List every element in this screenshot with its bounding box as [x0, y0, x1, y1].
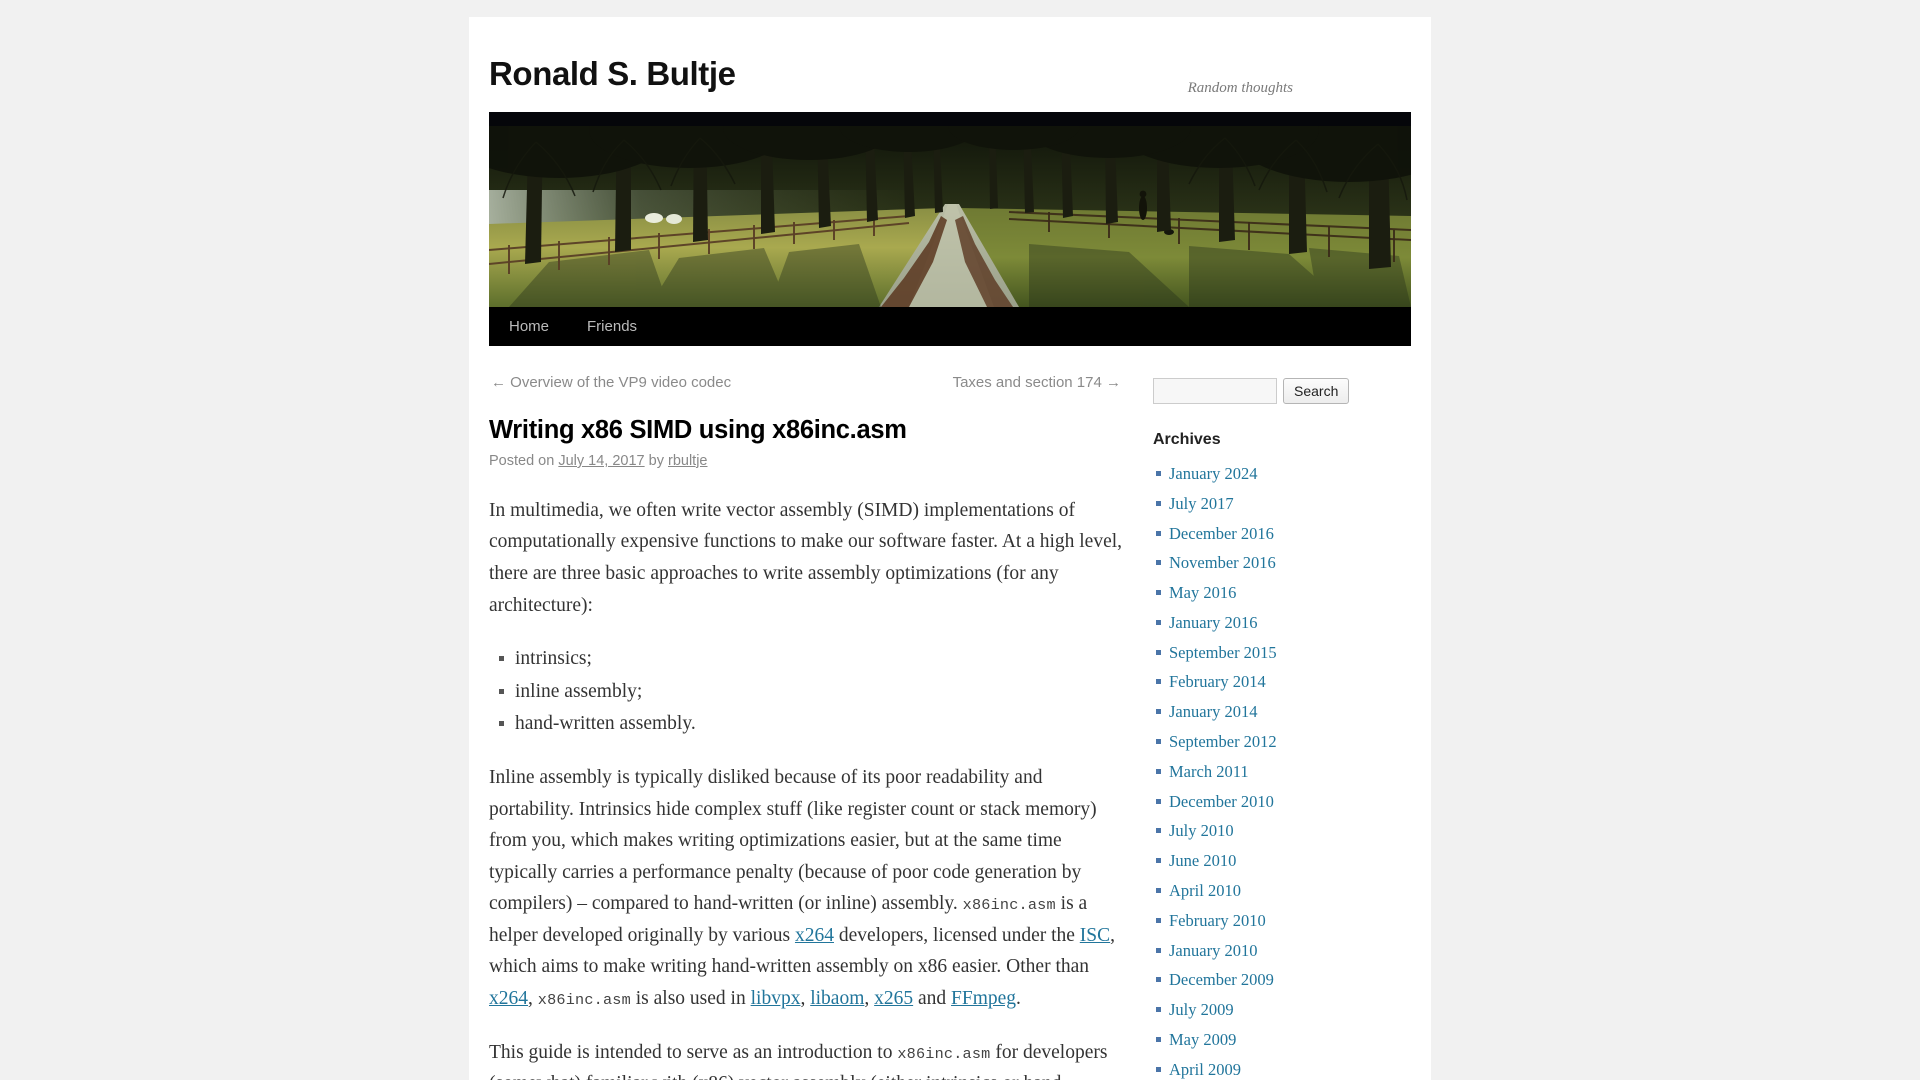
- inline-code-x86inc: x86inc.asm: [537, 990, 631, 1009]
- text-fragment: Inline assembly is typically disliked be…: [489, 766, 1097, 915]
- archive-item: January 2014: [1156, 697, 1399, 727]
- next-post-link[interactable]: Taxes and section 174 →: [953, 374, 1121, 391]
- post-date-link[interactable]: July 14, 2017: [558, 453, 644, 469]
- site-title[interactable]: Ronald S. Bultje: [489, 57, 736, 90]
- archive-item: July 2009: [1156, 995, 1399, 1025]
- text-fragment: developers, licensed under the: [833, 924, 1080, 946]
- archive-item: January 2016: [1156, 608, 1399, 638]
- inline-code-x86inc: x86inc.asm: [962, 896, 1056, 915]
- search-input[interactable]: [1153, 378, 1277, 404]
- archive-item: May 2016: [1156, 578, 1399, 608]
- site-container: Ronald S. Bultje Random thoughts Home Fr…: [469, 17, 1431, 1080]
- archive-link[interactable]: December 2009: [1169, 970, 1274, 989]
- archives-list: January 2024 July 2017 December 2016 Nov…: [1153, 459, 1399, 1080]
- tree-lane-photo: [489, 112, 1411, 307]
- search-button[interactable]: Search: [1283, 378, 1350, 404]
- post-content: In multimedia, we often write vector ass…: [489, 495, 1123, 1080]
- archive-item: July 2010: [1156, 816, 1399, 846]
- post-title: Writing x86 SIMD using x86inc.asm: [489, 416, 907, 444]
- archive-link[interactable]: February 2010: [1169, 911, 1266, 930]
- inline-code-x86inc: x86inc.asm: [897, 1044, 991, 1063]
- paragraph-inline-assembly: Inline assembly is typically disliked be…: [489, 762, 1123, 1015]
- archive-item: December 2010: [1156, 787, 1399, 817]
- archive-item: January 2024: [1156, 459, 1399, 489]
- archive-link[interactable]: March 2011: [1169, 762, 1249, 781]
- link-isc[interactable]: ISC: [1080, 925, 1110, 946]
- nav-item-home[interactable]: Home: [509, 307, 567, 346]
- archive-item: September 2012: [1156, 727, 1399, 757]
- archive-link[interactable]: December 2010: [1169, 792, 1274, 811]
- archive-item: November 2016: [1156, 548, 1399, 578]
- archive-link[interactable]: February 2014: [1169, 672, 1266, 691]
- text-fragment: and: [913, 987, 952, 1009]
- archive-item: April 2010: [1156, 876, 1399, 906]
- list-item: hand-written assembly.: [499, 708, 1123, 740]
- paragraph-intro: In multimedia, we often write vector ass…: [489, 499, 1123, 616]
- archive-link[interactable]: May 2009: [1169, 1030, 1236, 1049]
- link-x264-second[interactable]: x264: [489, 988, 528, 1009]
- list-item: inline assembly;: [499, 676, 1123, 708]
- archive-link[interactable]: January 2010: [1169, 941, 1257, 960]
- link-ffmpeg[interactable]: FFmpeg: [951, 988, 1016, 1009]
- page-root: Ronald S. Bultje Random thoughts Home Fr…: [0, 0, 1920, 1080]
- text-fragment: ,: [800, 987, 811, 1009]
- site-tagline: Random thoughts: [1187, 80, 1293, 96]
- sidebar: Search Archives January 2024 July 2017 D…: [1153, 374, 1399, 1080]
- archive-item: December 2016: [1156, 519, 1399, 549]
- archive-link[interactable]: July 2017: [1169, 494, 1234, 513]
- by-label: by: [648, 452, 664, 469]
- archive-link[interactable]: July 2010: [1169, 821, 1234, 840]
- text-fragment: is also used in: [630, 987, 751, 1009]
- previous-post-link[interactable]: ← Overview of the VP9 video codec: [491, 374, 731, 391]
- archive-link[interactable]: April 2010: [1169, 881, 1241, 900]
- archive-item: July 2017: [1156, 489, 1399, 519]
- archive-link[interactable]: April 2009: [1169, 1060, 1241, 1079]
- post-author-link[interactable]: rbultje: [668, 453, 708, 469]
- archives-widget-title: Archives: [1153, 431, 1221, 448]
- archive-link[interactable]: July 2009: [1169, 1000, 1234, 1019]
- archive-item: January 2010: [1156, 936, 1399, 966]
- archive-link[interactable]: January 2016: [1169, 613, 1257, 632]
- archive-link[interactable]: January 2014: [1169, 702, 1257, 721]
- link-libvpx[interactable]: libvpx: [751, 988, 801, 1009]
- link-x264[interactable]: x264: [795, 925, 834, 946]
- archive-link[interactable]: November 2016: [1169, 553, 1276, 572]
- posted-on-label: Posted on: [489, 452, 555, 469]
- archive-link[interactable]: June 2010: [1169, 851, 1236, 870]
- archive-item: May 2009: [1156, 1025, 1399, 1055]
- list-item: intrinsics;: [499, 643, 1123, 675]
- archive-item: February 2010: [1156, 906, 1399, 936]
- archive-link[interactable]: September 2015: [1169, 643, 1277, 662]
- text-fragment: This guide is intended to serve as an in…: [489, 1041, 898, 1063]
- archive-item: September 2015: [1156, 638, 1399, 668]
- archive-link[interactable]: September 2012: [1169, 732, 1277, 751]
- archive-item: June 2010: [1156, 846, 1399, 876]
- site-branding: Ronald S. Bultje Random thoughts: [469, 17, 1431, 112]
- text-fragment: ,: [528, 987, 538, 1009]
- archive-link[interactable]: December 2016: [1169, 524, 1274, 543]
- main-navigation: Home Friends: [489, 307, 1411, 346]
- paragraph-guide-intent: This guide is intended to serve as an in…: [489, 1037, 1123, 1080]
- text-fragment: ,: [864, 987, 875, 1009]
- content-wrapper: ← Overview of the VP9 video codec Taxes …: [469, 346, 1431, 1080]
- archive-item: April 2009: [1156, 1055, 1399, 1080]
- header-image: [489, 112, 1411, 307]
- link-x265[interactable]: x265: [874, 988, 913, 1009]
- text-fragment: .: [1016, 987, 1021, 1009]
- archive-link[interactable]: January 2024: [1169, 464, 1257, 483]
- nav-item-friends[interactable]: Friends: [587, 307, 655, 346]
- primary-content: ← Overview of the VP9 video codec Taxes …: [489, 374, 1123, 1080]
- search-form: Search: [1153, 378, 1399, 404]
- archive-item: December 2009: [1156, 965, 1399, 995]
- post-navigation: ← Overview of the VP9 video codec Taxes …: [489, 374, 1123, 391]
- post-meta: Posted on July 14, 2017 by rbultje: [489, 453, 1123, 469]
- approaches-list: intrinsics; inline assembly; hand-writte…: [489, 643, 1123, 740]
- archive-item: March 2011: [1156, 757, 1399, 787]
- archive-link[interactable]: May 2016: [1169, 583, 1236, 602]
- archive-item: February 2014: [1156, 667, 1399, 697]
- link-libaom[interactable]: libaom: [810, 988, 864, 1009]
